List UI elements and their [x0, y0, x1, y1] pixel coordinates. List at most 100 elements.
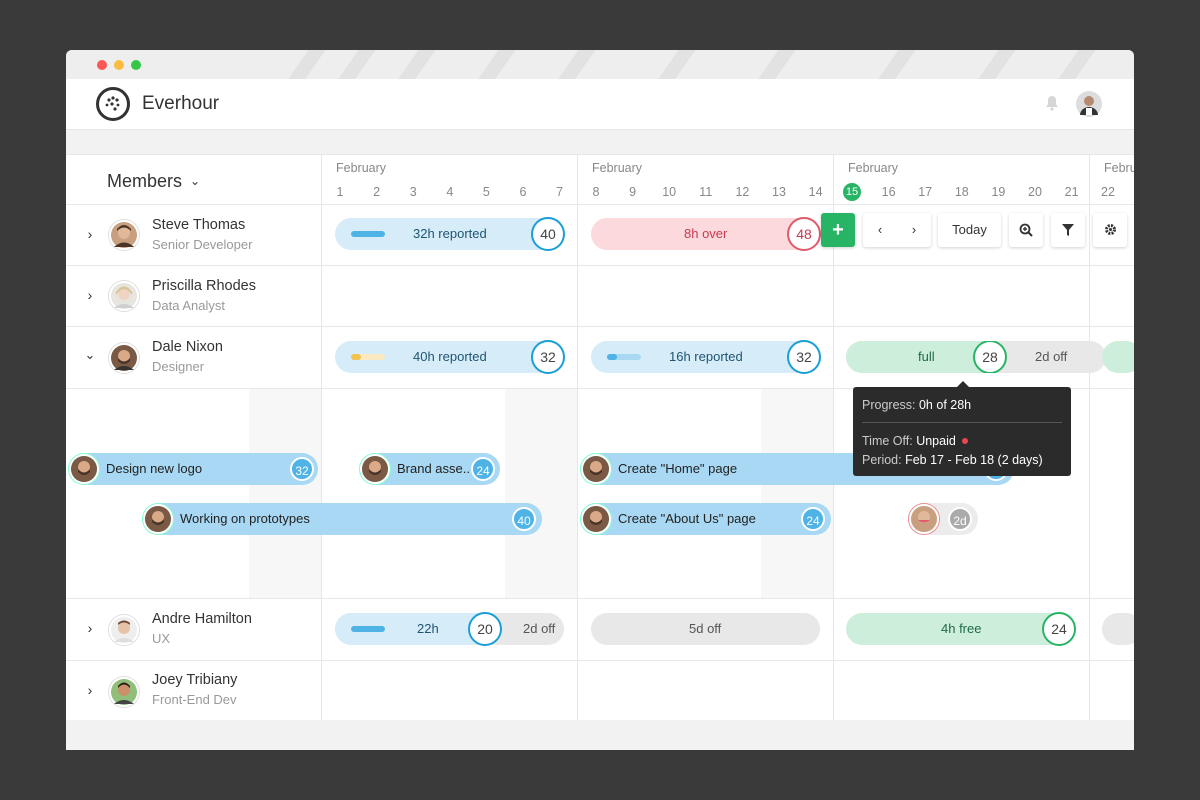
capacity-pill-free[interactable]: 4h free 24 — [846, 612, 1076, 646]
tooltip-period-value: Feb 17 - Feb 18 — [905, 453, 995, 467]
day-label[interactable]: 12 — [732, 185, 752, 199]
capacity-circle: 32 — [531, 340, 565, 374]
chevron-down-icon[interactable]: ⌄ — [84, 347, 96, 363]
month-label: February — [336, 161, 387, 175]
chevron-left-icon[interactable]: ‹ — [863, 213, 897, 247]
day-label[interactable]: 16 — [879, 185, 899, 199]
today-button[interactable]: Today — [938, 213, 1001, 247]
time-off-bar[interactable]: 2d — [908, 503, 978, 535]
gear-icon[interactable] — [1093, 213, 1127, 247]
divider — [862, 422, 1062, 423]
minimize-window-button[interactable] — [114, 60, 124, 70]
task-bar[interactable]: Brand asse.. 24 — [359, 453, 500, 485]
user-avatar[interactable] — [1076, 91, 1102, 117]
capacity-circle: 48 — [787, 217, 821, 251]
pill-partial[interactable] — [1102, 613, 1134, 645]
avatar — [581, 504, 611, 534]
member-name: Dale Nixon — [152, 339, 223, 355]
day-label[interactable]: 7 — [550, 185, 570, 199]
week-header: Febru 22 — [1089, 155, 1134, 205]
pill-label: 32h reported — [413, 226, 487, 241]
day-label[interactable]: 19 — [988, 185, 1008, 199]
member-row[interactable]: › Priscilla Rhodes Data Analyst — [66, 266, 1134, 327]
progress-bar — [351, 231, 385, 237]
chevron-right-icon[interactable]: › — [84, 620, 96, 636]
day-label[interactable]: 22 — [1098, 185, 1118, 199]
task-bar[interactable]: Working on prototypes 40 — [142, 503, 542, 535]
capacity-pill-over[interactable]: 8h over 48 — [591, 217, 821, 251]
avatar — [109, 677, 139, 707]
chevron-right-icon[interactable]: › — [897, 213, 931, 247]
member-role: Senior Developer — [152, 237, 253, 252]
avatar — [581, 454, 611, 484]
avatar — [109, 281, 139, 311]
day-label[interactable]: 11 — [696, 185, 716, 199]
chevron-down-icon: ⌄ — [190, 174, 201, 188]
task-bar[interactable]: Design new logo 32 — [68, 453, 318, 485]
avatar — [109, 220, 139, 250]
day-label[interactable]: 6 — [513, 185, 533, 199]
title-bar — [66, 50, 1134, 79]
day-label[interactable]: 21 — [1062, 185, 1082, 199]
day-label[interactable]: 5 — [476, 185, 496, 199]
day-label[interactable]: 3 — [403, 185, 423, 199]
close-window-button[interactable] — [97, 60, 107, 70]
task-hours: 24 — [471, 457, 495, 481]
divider — [321, 155, 322, 720]
divider — [1089, 155, 1090, 720]
member-role: Designer — [152, 359, 205, 374]
task-hours: 24 — [801, 507, 825, 531]
avatar — [109, 343, 139, 373]
chevron-right-icon[interactable]: › — [84, 287, 96, 303]
task-label: Brand asse.. — [397, 461, 470, 476]
maximize-window-button[interactable] — [131, 60, 141, 70]
pill-label: 22h — [417, 621, 439, 636]
day-label[interactable]: 8 — [586, 185, 606, 199]
capacity-pill[interactable]: 16h reported 32 — [591, 340, 821, 374]
unpaid-dot-icon — [962, 438, 969, 444]
day-label[interactable]: 4 — [440, 185, 460, 199]
capacity-pill-full[interactable]: full 28 2d off — [846, 341, 1106, 373]
month-label: February — [592, 161, 643, 175]
filter-icon[interactable] — [1051, 213, 1085, 247]
day-label[interactable]: 1 — [330, 185, 350, 199]
bell-icon[interactable] — [1044, 93, 1060, 111]
day-label[interactable]: 10 — [659, 185, 679, 199]
day-label[interactable]: 2 — [367, 185, 387, 199]
month-label: February — [848, 161, 899, 175]
week-header: February 15 16 17 18 19 20 21 — [833, 155, 1089, 205]
capacity-pill-partial[interactable] — [1102, 341, 1134, 373]
divider — [577, 155, 578, 720]
tooltip-timeoff: Time Off: Unpaid — [862, 434, 969, 448]
member-role: Front-End Dev — [152, 692, 237, 707]
task-bar[interactable]: Create "About Us" page 24 — [580, 503, 831, 535]
today-day-label[interactable]: 15 — [843, 183, 861, 201]
week-header: February 8 9 10 11 12 13 14 — [577, 155, 833, 205]
day-label[interactable]: 13 — [769, 185, 789, 199]
chevron-right-icon[interactable]: › — [84, 226, 96, 242]
member-row[interactable]: › Joey Tribiany Front-End Dev — [66, 661, 1134, 720]
schedule-header: Members ⌄ February 1 2 3 4 5 6 7 February 8 9 10 11 12… — [66, 155, 1134, 205]
app-header: Everhour — [66, 79, 1134, 130]
capacity-pill[interactable]: 32h reported 40 — [335, 217, 565, 251]
day-label[interactable]: 20 — [1025, 185, 1045, 199]
chevron-right-icon[interactable]: › — [84, 682, 96, 698]
app-name: Everhour — [142, 93, 220, 114]
capacity-pill[interactable]: 40h reported 32 — [335, 340, 565, 374]
member-role: UX — [152, 631, 171, 646]
capacity-pill[interactable]: 22h 20 2d off — [335, 612, 564, 646]
week-header: February 1 2 3 4 5 6 7 — [321, 155, 577, 205]
day-label[interactable]: 14 — [806, 185, 826, 199]
time-off-pill[interactable]: 5d off — [591, 613, 820, 645]
zoom-icon[interactable] — [1009, 213, 1043, 247]
member-name: Joey Tribiany — [152, 672, 238, 688]
add-button[interactable]: + — [821, 213, 855, 247]
day-label[interactable]: 17 — [915, 185, 935, 199]
time-off-days: 2d — [948, 507, 972, 531]
day-label[interactable]: 18 — [952, 185, 972, 199]
app-window: Everhour Members ⌄ February 1 2 3 4 5 6 7 Februar… — [66, 50, 1134, 750]
task-label: Create "About Us" page — [618, 511, 756, 526]
day-label[interactable]: 9 — [623, 185, 643, 199]
members-dropdown[interactable]: Members ⌄ — [107, 171, 200, 192]
task-hours: 32 — [290, 457, 314, 481]
